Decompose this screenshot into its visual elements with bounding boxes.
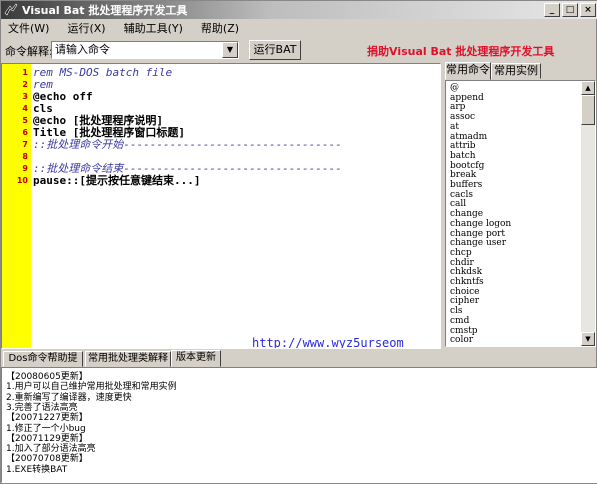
scroll-up-icon[interactable]: ▲ (581, 81, 595, 95)
version-note-line: 1.修正了一个小bug (6, 423, 86, 434)
command-list-item[interactable]: @ (450, 83, 459, 93)
bottom-tabs: Dos命令帮助提示 常用批处理类解释 版本更新 (1, 350, 597, 378)
menu-run[interactable]: 运行(X) (64, 20, 108, 36)
tab-common-examples[interactable]: 常用实例 (491, 63, 541, 79)
cmd-explain-select[interactable]: 请输入命令 ▼ (51, 41, 239, 59)
menu-help[interactable]: 帮助(Z) (198, 20, 242, 36)
code-text: ::批处理命令开始-------------------------------… (33, 138, 342, 151)
code-editor[interactable]: 1 rem MS-DOS batch file 2 rem 3 @echo off 4 cls… (1, 63, 441, 349)
command-list[interactable]: @ append arp assoc at atmadm attrib batch bootcf… (445, 80, 596, 347)
chevron-down-icon[interactable]: ▼ (222, 42, 238, 58)
main-window: Visual Bat 批处理程序开发工具 _ □ × 文件(W) 运行(X) 辅… (0, 0, 597, 484)
right-panel: 常用命令 常用实例 @ append arp assoc at atmadm attrib b… (443, 62, 597, 349)
menu-bar: 文件(W) 运行(X) 辅助工具(Y) 帮助(Z) (1, 19, 597, 37)
command-list-item[interactable]: arp (450, 102, 465, 112)
command-list-item[interactable]: change (450, 209, 483, 219)
command-list-item[interactable]: bootcfg (450, 161, 484, 171)
code-text: pause::[提示按任意键结束...] (33, 174, 201, 187)
command-list-item[interactable]: choice (450, 287, 480, 297)
window-title: Visual Bat 批处理程序开发工具 (22, 4, 188, 17)
line-number: 10 (16, 176, 28, 185)
line-number: 6 (22, 128, 28, 137)
scroll-down-icon[interactable]: ▼ (581, 332, 595, 346)
command-list-item[interactable]: change port (450, 229, 505, 239)
code-text: rem MS-DOS batch file (33, 66, 173, 79)
cmd-explain-label: 命令解释: (5, 45, 53, 58)
version-note-line: 2.重新编写了编译器，速度更快 (6, 392, 132, 403)
version-note-line: 【20071227更新】 (6, 413, 88, 424)
command-list-item[interactable]: cipher (450, 296, 479, 306)
command-list-item[interactable]: atmadm (450, 132, 487, 142)
version-note-line: 【20071129更新】 (6, 433, 88, 444)
command-list-item[interactable]: at (450, 122, 459, 132)
cmd-select-value: 请输入命令 (55, 43, 110, 56)
toolbar: 命令解释: 请输入命令 ▼ 运行BAT 捐助Visual Bat 批处理程序开发… (1, 39, 597, 61)
command-list-item[interactable]: cacls (450, 190, 473, 200)
app-icon (4, 3, 18, 16)
line-number: 1 (22, 68, 28, 77)
command-list-item[interactable]: chdir (450, 258, 474, 268)
command-list-item[interactable]: batch (450, 151, 476, 161)
command-list-item[interactable]: chkdsk (450, 267, 482, 277)
line-number: 4 (22, 104, 28, 113)
command-list-item[interactable]: call (450, 199, 466, 209)
line-number: 5 (22, 116, 28, 125)
line-number: 3 (22, 92, 28, 101)
command-list-item[interactable]: chcp (450, 248, 472, 258)
command-list-item[interactable]: change logon (450, 219, 511, 229)
command-list-item[interactable]: attrib (450, 141, 476, 151)
version-note-line: 1.用户可以自己维护常用批处理和常用实例 (6, 382, 177, 393)
minimize-button[interactable]: _ (544, 3, 560, 17)
line-number: 7 (22, 140, 28, 149)
title-bar[interactable]: Visual Bat 批处理程序开发工具 _ □ × (1, 1, 597, 19)
version-note-line: 1.EXE转换BAT (6, 464, 68, 475)
version-note-line: 3.完善了语法高亮 (6, 402, 78, 413)
command-list-item[interactable]: chkntfs (450, 277, 484, 287)
line-number: 9 (22, 164, 28, 173)
version-note-line: 【20070708更新】 (6, 454, 88, 465)
donate-link[interactable]: 捐助Visual Bat 批处理程序开发工具 (367, 43, 554, 59)
line-number: 8 (22, 152, 28, 161)
command-list-item[interactable]: assoc (450, 112, 475, 122)
code-line[interactable]: 10 pause::[提示按任意键结束...] (2, 174, 440, 187)
command-list-item[interactable]: change user (450, 238, 506, 248)
command-list-item[interactable]: buffers (450, 180, 482, 190)
command-list-item[interactable]: break (450, 170, 476, 180)
command-list-item[interactable]: cls (450, 306, 463, 316)
command-list-scrollbar[interactable]: ▲ ▼ (581, 81, 595, 346)
tab-dos-help[interactable]: Dos命令帮助提示 (3, 351, 83, 378)
tab-version-updates[interactable]: 版本更新 (171, 350, 221, 367)
watermark-url: http://www.wyz5urseom (252, 336, 404, 349)
command-list-item[interactable]: cmd (450, 316, 469, 326)
window-controls: _ □ × (544, 3, 596, 17)
menu-file[interactable]: 文件(W) (5, 20, 52, 36)
maximize-button[interactable]: □ (562, 3, 578, 17)
version-notes-panel[interactable]: 【20080605更新】 1.用户可以自己维护常用批处理和常用实例 2.重新编写了编… (1, 367, 597, 483)
close-button[interactable]: × (580, 3, 596, 17)
run-bat-button[interactable]: 运行BAT (249, 40, 301, 60)
command-list-item[interactable]: color (450, 335, 473, 345)
scroll-thumb[interactable] (581, 95, 595, 125)
command-list-item[interactable]: append (450, 93, 484, 103)
tab-batch-explain[interactable]: 常用批处理类解释 (85, 351, 171, 367)
menu-tools[interactable]: 辅助工具(Y) (121, 20, 186, 36)
code-line[interactable]: 7::批处理命令开始------------------------------… (2, 138, 440, 151)
code-line[interactable]: 3 @echo off (2, 91, 440, 103)
command-list-item[interactable]: cmstp (450, 326, 478, 336)
tab-common-commands[interactable]: 常用命令 (445, 62, 491, 80)
line-number: 2 (22, 80, 28, 89)
code-line[interactable]: 1 rem MS-DOS batch file (2, 66, 440, 79)
version-note-line: 【20080605更新】 (6, 372, 88, 382)
version-note-line: 1.加入了部分语法高亮 (6, 444, 96, 455)
